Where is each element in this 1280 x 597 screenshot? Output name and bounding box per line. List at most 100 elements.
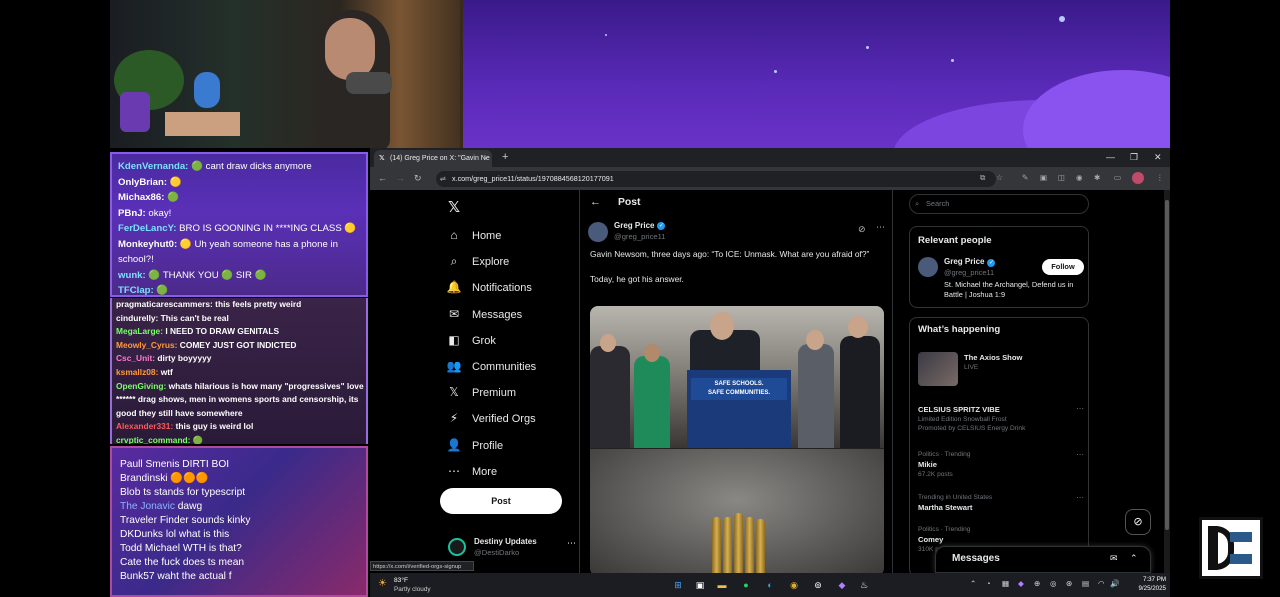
nav-item-communities[interactable]: 👥 Communities — [446, 356, 537, 376]
trend-item[interactable]: Politics · Trending Mikie 67.2K posts ⋯ — [918, 450, 1086, 479]
app-icon[interactable]: ◆ — [834, 577, 850, 593]
chat-username[interactable]: Cate — [120, 557, 142, 568]
bookmark-star-icon[interactable]: ☆ — [996, 172, 1003, 184]
chat-username[interactable]: TFClap: — [118, 285, 154, 295]
forward-icon[interactable]: → — [396, 171, 405, 185]
avatar[interactable] — [918, 257, 938, 277]
nav-item-more[interactable]: ⋯ More — [446, 461, 497, 481]
nav-item-premium[interactable]: 𝕏 Premium — [446, 382, 516, 402]
back-arrow-icon[interactable]: ← — [590, 196, 601, 208]
site-info-icon[interactable]: ⇌ — [440, 171, 446, 187]
weather-widget[interactable]: ☀ 83°F Partly cloudy — [378, 576, 458, 594]
install-app-icon[interactable]: ⧉ — [980, 172, 985, 184]
search-input[interactable]: ⌕ Search — [909, 194, 1089, 214]
more-icon[interactable]: ⋯ — [876, 222, 885, 233]
chat-username[interactable]: PBnJ: — [118, 208, 146, 219]
browser-tab[interactable]: 𝕏 (14) Greg Price on X: "Gavin Ne × — [374, 150, 492, 167]
chat-username[interactable]: The Jonavic — [120, 501, 175, 512]
app-icon[interactable]: ⊚ — [810, 577, 826, 593]
extension-icon[interactable]: ◉ — [1076, 172, 1083, 184]
chat-username[interactable]: Alexander331: — [116, 421, 173, 431]
maximize-icon[interactable]: ❐ — [1130, 151, 1138, 163]
press-conference-photo[interactable]: SAFE SCHOOLS. SAFE COMMUNITIES. — [590, 306, 884, 448]
more-icon[interactable]: ⋯ — [1076, 493, 1084, 502]
tray-icon[interactable]: ▤ — [1082, 579, 1089, 588]
wifi-icon[interactable]: ◠ — [1098, 579, 1105, 588]
extension-icon[interactable]: ▣ — [1040, 172, 1047, 184]
promoted-item[interactable]: CELSIUS SPRITZ VIBE Limited Edition Snow… — [918, 404, 1086, 433]
tray-icon[interactable]: ◔ — [986, 579, 991, 588]
chat-username[interactable]: DKDunks — [120, 529, 163, 540]
edge-icon[interactable]: ◐ — [762, 577, 778, 593]
minimize-icon[interactable]: — — [1106, 151, 1115, 163]
chat-username[interactable]: KdenVernanda: — [118, 161, 188, 172]
new-message-icon[interactable]: ✉ — [1110, 553, 1118, 564]
tab-close-icon[interactable]: × — [483, 150, 488, 167]
close-window-icon[interactable]: ✕ — [1154, 151, 1162, 163]
back-icon[interactable]: ← — [378, 171, 387, 185]
bullets-photo[interactable] — [590, 449, 884, 573]
author-name[interactable]: Greg Price — [614, 221, 654, 230]
expand-icon[interactable]: ⌃ — [1130, 553, 1138, 564]
start-icon[interactable]: ⊞ — [670, 577, 686, 593]
x-logo-icon[interactable]: 𝕏 — [448, 198, 460, 216]
tray-icon[interactable]: ⊛ — [1066, 579, 1072, 588]
puzzle-icon[interactable]: ✱ — [1094, 172, 1100, 184]
file-explorer-icon[interactable]: ▬ — [714, 577, 730, 593]
more-icon[interactable]: ⋯ — [1076, 450, 1084, 459]
person-name[interactable]: Greg Price ✓ — [944, 257, 996, 267]
clock[interactable]: 7:37 PM 9/25/2025 — [1120, 576, 1166, 593]
tray-icon[interactable]: ◆ — [1018, 579, 1024, 588]
chat-username[interactable]: Traveler Finder — [120, 515, 189, 526]
chat-username[interactable]: crvptic_command: — [116, 435, 190, 444]
extension-icon[interactable]: ✎ — [1022, 172, 1028, 184]
chat-username[interactable]: ksmallz08: — [116, 367, 158, 377]
author-handle[interactable]: @greg_price11 — [614, 232, 665, 241]
chrome-icon[interactable]: ◉ — [786, 577, 802, 593]
spotify-icon[interactable]: ● — [738, 577, 754, 593]
nav-item-messages[interactable]: ✉ Messages — [446, 304, 522, 324]
nav-item-notifications[interactable]: 🔔 Notifications — [446, 277, 532, 297]
reload-icon[interactable]: ↻ — [414, 171, 422, 185]
profile-avatar[interactable] — [1132, 172, 1144, 184]
steam-icon[interactable]: ♨ — [856, 577, 872, 593]
nav-item-home[interactable]: ⌂ Home — [446, 225, 501, 245]
tweet-media[interactable]: SAFE SCHOOLS. SAFE COMMUNITIES. — [590, 306, 884, 573]
chat-username[interactable]: Bunk57 — [120, 571, 155, 582]
tray-icon[interactable]: ▦ — [1002, 579, 1009, 588]
tray-icon[interactable]: ⊕ — [1034, 579, 1040, 588]
messages-drawer[interactable]: Messages ✉ ⌃ — [935, 546, 1151, 573]
more-icon[interactable]: ⋯ — [567, 538, 576, 549]
follow-button[interactable]: Follow — [1042, 259, 1084, 275]
chat-username[interactable]: Paull Smenis — [120, 459, 179, 470]
chat-username[interactable]: OnlyBrian: — [118, 177, 167, 188]
chat-username[interactable]: Michax86: — [118, 192, 164, 203]
chat-username[interactable]: wunk: — [118, 270, 146, 281]
chat-username[interactable]: Csc_Unit: — [116, 353, 155, 363]
axios-thumbnail[interactable] — [918, 352, 958, 386]
grok-icon[interactable]: ⊘ — [1125, 509, 1151, 535]
scrollbar[interactable] — [1164, 190, 1170, 573]
chat-username[interactable]: Brandinski — [120, 473, 168, 484]
person-handle[interactable]: @greg_price11 — [944, 268, 994, 277]
chat-username[interactable]: Todd Michael — [120, 543, 180, 554]
more-icon[interactable]: ⋯ — [1076, 404, 1084, 413]
post-button[interactable]: Post — [440, 488, 562, 514]
chat-username[interactable]: cindurelly: — [116, 313, 158, 323]
chat-username[interactable]: FerDeLancY: — [118, 223, 176, 234]
avatar[interactable] — [588, 222, 608, 242]
url-input[interactable]: ⇌ x.com/greg_price11/status/197088456812… — [436, 171, 996, 187]
tray-chevron-icon[interactable]: ⌃ — [970, 579, 976, 588]
grok-icon[interactable]: ⊘ — [858, 224, 866, 235]
volume-icon[interactable]: 🔊 — [1110, 579, 1119, 588]
sidebar-icon[interactable]: ▭ — [1114, 172, 1121, 184]
browser-menu-icon[interactable]: ⋮ — [1156, 172, 1164, 184]
tray-icon[interactable]: ◎ — [1050, 579, 1057, 588]
nav-item-grok[interactable]: ◧ Grok — [446, 330, 496, 350]
chat-username[interactable]: Blob — [120, 487, 140, 498]
chat-username[interactable]: Meowly_Cyrus: — [116, 340, 177, 350]
post-author[interactable]: Greg Price ✓ @greg_price11 ⊘ ⋯ — [588, 220, 888, 244]
chat-username[interactable]: MegaLarge: — [116, 326, 163, 336]
nav-item-verified-orgs[interactable]: ⚡ Verified Orgs — [446, 408, 536, 428]
task-view-icon[interactable]: ▣ — [692, 577, 708, 593]
